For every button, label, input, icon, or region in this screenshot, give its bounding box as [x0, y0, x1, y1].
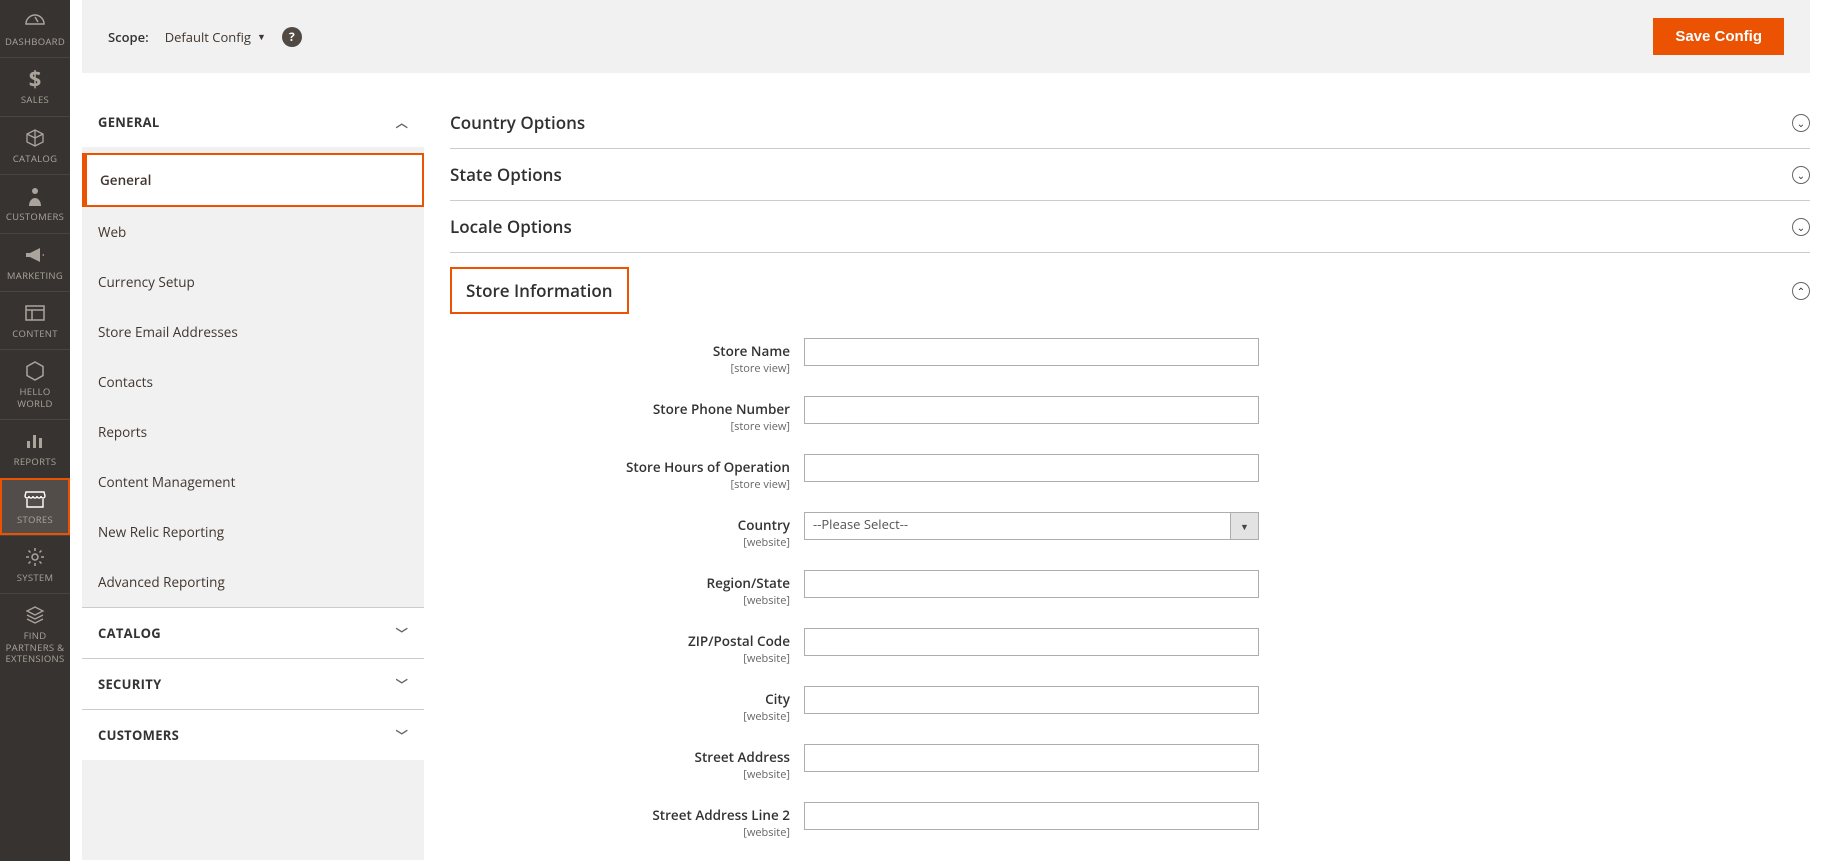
config-nav-item-web[interactable]: Web	[82, 207, 424, 257]
sidebar-item-catalog[interactable]: CATALOG	[0, 116, 70, 174]
label-street1: Street Address	[695, 748, 790, 766]
config-nav-item-contacts[interactable]: Contacts	[82, 357, 424, 407]
sidebar-item-partners[interactable]: FIND PARTNERS & EXTENSIONS	[0, 593, 70, 674]
config-nav-item-general[interactable]: General	[84, 155, 422, 205]
input-zip[interactable]	[804, 628, 1259, 656]
config-nav-group-security: SECURITY ﹀	[82, 659, 424, 710]
megaphone-icon	[24, 244, 46, 266]
row-street2: Street Address Line 2 [website]	[450, 802, 1810, 840]
label-zip: ZIP/Postal Code	[688, 632, 790, 650]
row-region: Region/State [website]	[450, 570, 1810, 608]
chevron-down-icon: ▼	[257, 30, 266, 43]
row-store-hours: Store Hours of Operation [store view]	[450, 454, 1810, 492]
sidebar-item-system[interactable]: SYSTEM	[0, 535, 70, 593]
label-store-name: Store Name	[713, 342, 790, 360]
label-store-phone: Store Phone Number	[653, 400, 790, 418]
sidebar-item-dashboard[interactable]: DASHBOARD	[0, 0, 70, 57]
label-country: Country	[738, 516, 790, 534]
dollar-icon: $	[29, 68, 42, 90]
sidebar-item-content[interactable]: CONTENT	[0, 291, 70, 349]
config-nav-item-content-mgmt[interactable]: Content Management	[82, 457, 424, 507]
config-nav-item-currency[interactable]: Currency Setup	[82, 257, 424, 307]
input-street1[interactable]	[804, 744, 1259, 772]
section-state-options[interactable]: State Options ⌄	[450, 149, 1810, 201]
sidebar-item-marketing[interactable]: MARKETING	[0, 233, 70, 291]
hex-icon	[26, 360, 44, 382]
bars-icon	[25, 430, 45, 452]
label-street2: Street Address Line 2	[652, 806, 790, 824]
input-region[interactable]	[804, 570, 1259, 598]
expand-icon: ⌄	[1792, 218, 1810, 236]
select-country[interactable]: --Please Select--	[804, 512, 1231, 540]
stack-icon	[25, 604, 45, 626]
section-country-options[interactable]: Country Options ⌄	[450, 97, 1810, 149]
expand-icon: ⌄	[1792, 114, 1810, 132]
gauge-icon	[24, 10, 46, 32]
config-nav-group-general: GENERAL ︿ General Web Currency Setup Sto…	[82, 97, 424, 608]
config-nav-item-newrelic[interactable]: New Relic Reporting	[82, 507, 424, 557]
section-store-information[interactable]: Store Information	[450, 267, 629, 314]
input-street2[interactable]	[804, 802, 1259, 830]
sidebar-item-reports[interactable]: REPORTS	[0, 419, 70, 477]
box-icon	[25, 127, 45, 149]
expand-icon: ⌄	[1792, 166, 1810, 184]
config-nav-header-catalog[interactable]: CATALOG ﹀	[82, 608, 424, 658]
sidebar-item-stores[interactable]: STORES	[0, 478, 70, 535]
gear-icon	[25, 546, 45, 568]
help-icon[interactable]: ?	[282, 27, 302, 47]
scope-label: Scope:	[108, 28, 149, 46]
label-city: City	[765, 690, 790, 708]
row-country: Country [website] --Please Select-- ▼	[450, 512, 1810, 550]
section-locale-options[interactable]: Locale Options ⌄	[450, 201, 1810, 253]
input-store-name[interactable]	[804, 338, 1259, 366]
label-region: Region/State	[707, 574, 790, 592]
row-street1: Street Address [website]	[450, 744, 1810, 782]
scope-bar: Scope: Default Config ▼ ? Save Config	[82, 0, 1810, 73]
chevron-down-icon: ﹀	[396, 727, 408, 744]
config-nav-group-catalog: CATALOG ﹀	[82, 608, 424, 659]
chevron-down-icon[interactable]: ▼	[1231, 512, 1259, 540]
config-nav: GENERAL ︿ General Web Currency Setup Sto…	[82, 97, 424, 860]
config-nav-item-advanced-reporting[interactable]: Advanced Reporting	[82, 557, 424, 607]
config-panel: Country Options ⌄ State Options ⌄ Locale…	[450, 97, 1810, 860]
chevron-down-icon: ﹀	[396, 625, 408, 642]
config-nav-header-customers[interactable]: CUSTOMERS ﹀	[82, 710, 424, 760]
layout-icon	[25, 302, 45, 324]
save-config-button[interactable]: Save Config	[1653, 18, 1784, 55]
collapse-icon[interactable]: ⌃	[1792, 282, 1810, 300]
chevron-down-icon: ﹀	[396, 676, 408, 693]
person-icon	[28, 185, 42, 207]
input-store-hours[interactable]	[804, 454, 1259, 482]
store-icon	[24, 488, 46, 510]
config-nav-group-customers: CUSTOMERS ﹀	[82, 710, 424, 760]
row-store-phone: Store Phone Number [store view]	[450, 396, 1810, 434]
sidebar-item-sales[interactable]: $ SALES	[0, 57, 70, 115]
sidebar-item-customers[interactable]: CUSTOMERS	[0, 174, 70, 232]
input-city[interactable]	[804, 686, 1259, 714]
label-store-hours: Store Hours of Operation	[626, 458, 790, 476]
input-store-phone[interactable]	[804, 396, 1259, 424]
row-zip: ZIP/Postal Code [website]	[450, 628, 1810, 666]
sidebar-item-hello-world[interactable]: HELLO WORLD	[0, 349, 70, 419]
admin-sidebar: DASHBOARD $ SALES CATALOG CUSTOMERS MARK…	[0, 0, 70, 861]
row-city: City [website]	[450, 686, 1810, 724]
scope-select[interactable]: Default Config ▼	[165, 28, 266, 46]
config-nav-header-security[interactable]: SECURITY ﹀	[82, 659, 424, 709]
row-store-name: Store Name [store view]	[450, 338, 1810, 376]
chevron-up-icon: ︿	[396, 114, 408, 131]
config-nav-item-reports[interactable]: Reports	[82, 407, 424, 457]
config-nav-item-store-email[interactable]: Store Email Addresses	[82, 307, 424, 357]
config-nav-header-general[interactable]: GENERAL ︿	[82, 97, 424, 147]
